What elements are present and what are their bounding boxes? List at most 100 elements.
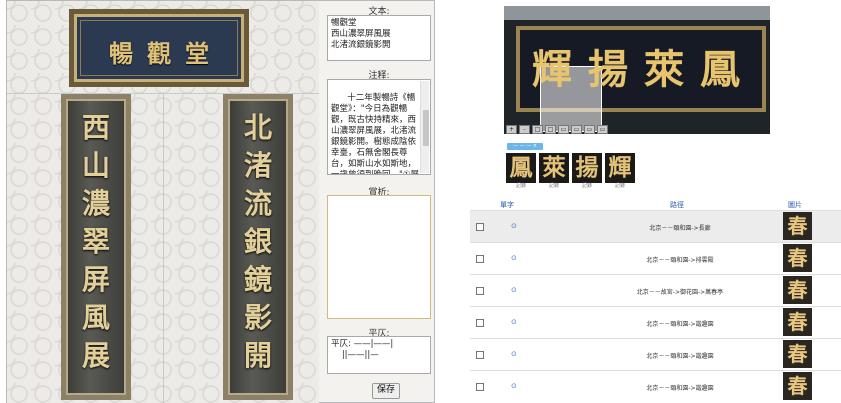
couplet-char: 銀 bbox=[243, 225, 272, 258]
row-path: 北京－－頤和園->諧趣園 bbox=[646, 385, 714, 392]
toolbar-button[interactable]: - bbox=[519, 125, 530, 134]
thumbnail-caption: 記錄 bbox=[614, 183, 625, 189]
view-icon[interactable]: ⊙ bbox=[511, 254, 517, 262]
row-image[interactable]: 春 bbox=[783, 244, 812, 272]
row-path: 北京－－故宮->御花園->萬春亭 bbox=[636, 289, 724, 296]
couplet-char: 渚 bbox=[243, 149, 272, 182]
character-thumbnail[interactable]: 萊記錄 bbox=[539, 153, 569, 191]
couplet-left-text: 西山濃翠屏風展 bbox=[66, 113, 126, 371]
toolbar-button[interactable]: ▭ bbox=[571, 125, 582, 134]
row-checkbox[interactable] bbox=[476, 223, 484, 231]
couplet-char: 開 bbox=[243, 339, 272, 372]
character-thumbnail[interactable]: 揚記錄 bbox=[572, 153, 602, 191]
couplet-char: 山 bbox=[81, 149, 110, 182]
right-panel: 輝揚萊鳳 + - □ □ ▭ ▭ ▭ ▭ — — — × 鳳記錄萊記錄揚記錄輝記錄 單字 路徑… bbox=[470, 0, 841, 401]
row-path: 北京－－頤和園->諧趣園 bbox=[646, 321, 714, 328]
plaque-photo-char: 輝 bbox=[532, 46, 572, 93]
character-thumbnail[interactable]: 鳳記錄 bbox=[506, 153, 536, 191]
couplet-char: 影 bbox=[243, 301, 272, 334]
row-path: 北京－－頤和園->諧趣園 bbox=[646, 353, 714, 360]
thumbnail-glyph: 鳳 bbox=[506, 153, 536, 183]
couplet-char: 流 bbox=[243, 187, 272, 220]
row-path: 北京－－頤和園->長廊 bbox=[649, 225, 711, 232]
character-thumbnail[interactable]: 輝記錄 bbox=[605, 153, 635, 191]
appreciation-field[interactable] bbox=[327, 195, 431, 319]
toolbar-button[interactable]: ▭ bbox=[597, 125, 608, 134]
thumbnail-glyph: 揚 bbox=[572, 153, 602, 183]
couplet-char: 屏 bbox=[81, 263, 110, 296]
column-image: 圖片 bbox=[788, 201, 802, 209]
couplet-right-image[interactable]: 北渚流銀鏡影開 bbox=[223, 94, 293, 400]
row-image[interactable]: 春 bbox=[783, 372, 812, 400]
table-body: ⊙ 北京－－頤和園->長廊春 ⊙ 北京－－頤和園->排雲殿春 ⊙ 北京－－故宮->御花園-… bbox=[470, 210, 841, 402]
character-thumbnails: 鳳記錄萊記錄揚記錄輝記錄 bbox=[506, 153, 635, 191]
toolbar-button[interactable]: ▭ bbox=[584, 125, 595, 134]
toolbar-button[interactable]: + bbox=[506, 125, 517, 134]
plaque-photo-viewer[interactable]: 輝揚萊鳳 + - □ □ ▭ ▭ ▭ ▭ bbox=[504, 6, 770, 134]
thumbnail-caption: 記錄 bbox=[548, 183, 559, 189]
row-checkbox[interactable] bbox=[476, 351, 484, 359]
tone-field[interactable]: 平仄: ——|——| ||——||— bbox=[327, 336, 431, 374]
row-image[interactable]: 春 bbox=[783, 340, 812, 368]
toolbar-button[interactable]: □ bbox=[532, 125, 543, 134]
column-char: 單字 bbox=[500, 201, 514, 209]
table-row[interactable]: ⊙ 北京－－頤和園->諧趣園 春 bbox=[470, 306, 841, 338]
annotation-scroll-thumb[interactable] bbox=[423, 110, 429, 146]
view-icon[interactable]: ⊙ bbox=[511, 286, 517, 294]
toolbar-button[interactable]: ▭ bbox=[558, 125, 569, 134]
row-checkbox[interactable] bbox=[476, 319, 484, 327]
table-row[interactable]: ⊙ 北京－－頤和園->長廊 春 bbox=[470, 210, 841, 242]
couplet-char: 北 bbox=[243, 111, 272, 144]
text-field[interactable]: 暢觀堂 西山濃翠屏風展 北渚流銀鏡影開 bbox=[327, 15, 431, 61]
couplet-right-text: 北渚流銀鏡影開 bbox=[228, 113, 288, 371]
character-table: 單字 路徑 圖片 ⊙ 北京－－頤和園->長廊春 ⊙ 北京－－頤和園->排雲殿春 ⊙ 北京－… bbox=[470, 198, 841, 402]
couplet-char: 濃 bbox=[81, 187, 110, 220]
couplet-char: 展 bbox=[81, 339, 110, 372]
thumbnail-glyph: 萊 bbox=[539, 153, 569, 183]
table-row[interactable]: ⊙ 北京－－頤和園->諧趣園 春 bbox=[470, 338, 841, 370]
thumbnail-caption: 記錄 bbox=[515, 183, 526, 189]
table-header: 單字 路徑 圖片 bbox=[470, 198, 841, 210]
view-icon[interactable]: ⊙ bbox=[511, 350, 517, 358]
table-row[interactable]: ⊙ 北京－－頤和園->諧趣園 春 bbox=[470, 370, 841, 402]
view-icon[interactable]: ⊙ bbox=[511, 222, 517, 230]
row-image[interactable]: 春 bbox=[783, 276, 812, 304]
column-path: 路徑 bbox=[670, 201, 684, 209]
couplet-char: 西 bbox=[81, 111, 110, 144]
couplet-left-image[interactable]: 西山濃翠屏風展 bbox=[61, 94, 131, 400]
table-row[interactable]: ⊙ 北京－－頤和園->排雲殿 春 bbox=[470, 242, 841, 274]
left-panel: 暢觀堂 西山濃翠屏風展 北渚流銀鏡影開 文本: 暢觀堂 西山濃翠屏風展 北渚流銀… bbox=[6, 0, 435, 403]
couplet-char: 風 bbox=[81, 301, 110, 334]
row-image[interactable]: 春 bbox=[783, 212, 812, 240]
plaque-image[interactable]: 暢觀堂 bbox=[69, 9, 249, 87]
eave-decoration bbox=[504, 6, 770, 20]
thumbnail-glyph: 輝 bbox=[605, 153, 635, 183]
couplet-char: 翠 bbox=[81, 225, 110, 258]
thumbnail-caption: 記錄 bbox=[581, 183, 592, 189]
couplet-char: 鏡 bbox=[243, 263, 272, 296]
table-row[interactable]: ⊙ 北京－－故宮->御花園->萬春亭 春 bbox=[470, 274, 841, 306]
plaque-photo-text: 輝揚萊鳳 bbox=[528, 44, 762, 96]
viewer-toolbar: + - □ □ ▭ ▭ ▭ ▭ bbox=[506, 125, 608, 134]
row-checkbox[interactable] bbox=[476, 383, 484, 391]
row-image[interactable]: 春 bbox=[783, 308, 812, 336]
divider bbox=[163, 94, 164, 403]
plaque-photo-char: 萊 bbox=[644, 46, 684, 93]
couplet-image-area: 西山濃翠屏風展 北渚流銀鏡影開 bbox=[7, 93, 319, 403]
row-checkbox[interactable] bbox=[476, 255, 484, 263]
selection-tag[interactable]: — — — × bbox=[507, 143, 543, 150]
plaque-image-area: 暢觀堂 bbox=[7, 1, 319, 93]
annotation-form: 文本: 暢觀堂 西山濃翠屏風展 北渚流銀鏡影開 注释: 十二年製暢詩《暢觀堂》：… bbox=[324, 1, 434, 402]
save-button[interactable]: 保存 bbox=[372, 383, 400, 399]
plaque-text: 暢觀堂 bbox=[109, 39, 223, 68]
annotation-field[interactable]: 十二年製暢詩《暢觀堂》："今日為觀暢觀，既古快持精來，西山濃翠屏風展，北渚流銀鏡… bbox=[327, 79, 431, 175]
plaque-photo: 輝揚萊鳳 bbox=[516, 26, 766, 132]
annotation-text: 十二年製暢詩《暢觀堂》："今日為觀暢觀，既古快持精來，西山濃翠屏風展，北渚流銀鏡… bbox=[331, 93, 420, 175]
view-icon[interactable]: ⊙ bbox=[511, 318, 517, 326]
row-path: 北京－－頤和園->排雲殿 bbox=[646, 257, 714, 264]
toolbar-button[interactable]: □ bbox=[545, 125, 556, 134]
row-checkbox[interactable] bbox=[476, 287, 484, 295]
view-icon[interactable]: ⊙ bbox=[511, 382, 517, 390]
plaque-photo-char: 揚 bbox=[588, 46, 628, 93]
plaque-photo-char: 鳳 bbox=[700, 46, 740, 93]
